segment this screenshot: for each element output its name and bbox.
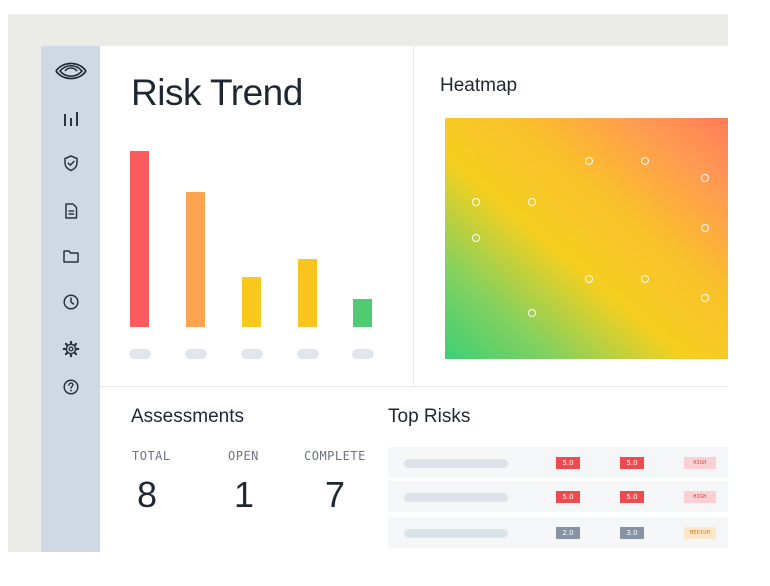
stat-value-complete: 7 <box>325 474 346 515</box>
score-badge: 5.0 <box>556 457 580 469</box>
heatmap-point[interactable] <box>528 308 537 317</box>
stat-value-total: 8 <box>137 474 158 515</box>
stat-label-open: OPEN <box>228 449 259 463</box>
risk-bar[interactable] <box>298 259 317 327</box>
help-icon[interactable] <box>41 376 100 398</box>
heatmap-grid[interactable] <box>445 118 728 359</box>
shield-check-icon[interactable] <box>41 152 100 174</box>
risk-trend-title: Risk Trend <box>131 72 303 113</box>
score-badge: 5.0 <box>620 457 644 469</box>
top-risks-title: Top Risks <box>388 406 471 427</box>
level-badge: MEDIUM <box>684 527 716 539</box>
heatmap-point[interactable] <box>528 197 537 206</box>
gear-icon[interactable] <box>41 338 100 360</box>
heatmap-point[interactable] <box>641 274 650 283</box>
score-badge: 5.0 <box>556 491 580 503</box>
heatmap-title: Heatmap <box>440 75 518 96</box>
table-row[interactable]: 5.0 5.0 HIGH <box>388 481 728 512</box>
score-badge: 5.0 <box>620 491 644 503</box>
folder-icon[interactable] <box>41 245 100 267</box>
bar-label-placeholder <box>352 349 374 359</box>
bar-label-placeholder <box>185 349 207 359</box>
heatmap-point[interactable] <box>641 156 650 165</box>
heatmap-point[interactable] <box>700 224 709 233</box>
assessments-title: Assessments <box>131 406 244 427</box>
stat-label-total: TOTAL <box>132 449 171 463</box>
heatmap-point[interactable] <box>584 274 593 283</box>
risk-bar[interactable] <box>186 192 205 327</box>
level-badge: HIGH <box>684 457 716 469</box>
risk-bar[interactable] <box>353 299 372 327</box>
table-row[interactable]: 5.0 5.0 HIGH <box>388 447 728 478</box>
heatmap-point[interactable] <box>700 173 709 182</box>
risk-bar[interactable] <box>130 151 149 327</box>
document-icon[interactable] <box>41 200 100 222</box>
bar-label-placeholder <box>297 349 319 359</box>
clock-icon[interactable] <box>41 291 100 313</box>
score-badge: 3.0 <box>620 527 644 539</box>
heatmap-point[interactable] <box>584 156 593 165</box>
level-badge: HIGH <box>684 491 716 503</box>
bar-label-placeholder <box>241 349 263 359</box>
risk-name-placeholder <box>404 493 508 502</box>
eye-logo-icon[interactable] <box>41 60 100 82</box>
score-badge: 2.0 <box>556 527 580 539</box>
bar-chart-icon[interactable] <box>41 107 100 129</box>
table-row[interactable]: 2.0 3.0 MEDIUM <box>388 517 728 548</box>
horizontal-divider <box>100 386 728 387</box>
heatmap-point[interactable] <box>471 197 480 206</box>
heatmap-point[interactable] <box>471 233 480 242</box>
risk-name-placeholder <box>404 529 508 538</box>
stat-value-open: 1 <box>234 474 255 515</box>
risk-name-placeholder <box>404 459 508 468</box>
heatmap-point[interactable] <box>700 294 709 303</box>
stat-label-complete: COMPLETE <box>304 449 366 463</box>
sidebar <box>41 46 100 552</box>
vertical-divider <box>413 46 414 386</box>
risk-bar[interactable] <box>242 277 261 327</box>
bar-label-placeholder <box>129 349 151 359</box>
